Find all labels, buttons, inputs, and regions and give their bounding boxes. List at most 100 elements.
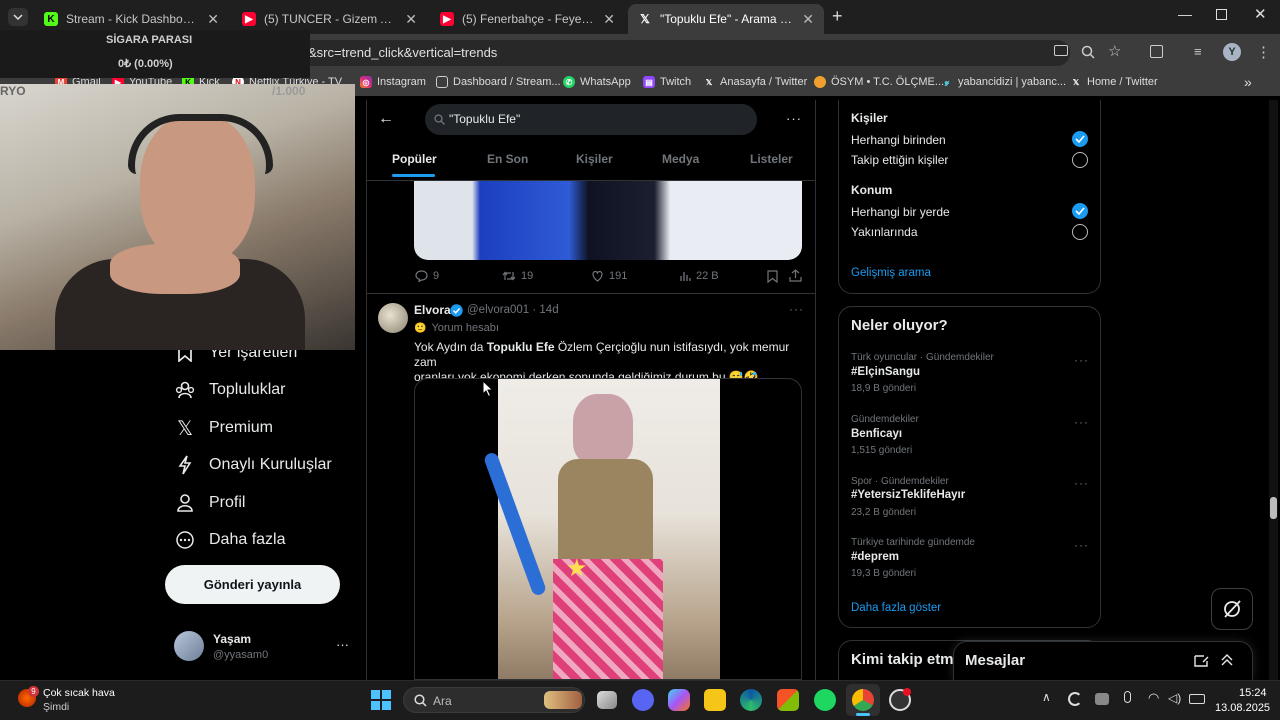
nav-more[interactable]: Daha fazla — [175, 530, 286, 550]
nav-communities[interactable]: Topluluklar — [175, 380, 285, 400]
trend-more-icon[interactable]: ··· — [1074, 538, 1089, 552]
volume-icon[interactable]: ◁) — [1168, 691, 1181, 705]
reply-action[interactable]: 9 — [415, 270, 439, 282]
media-controls-icon[interactable]: ≡ — [1194, 44, 1202, 59]
wifi-icon[interactable]: ◠ — [1148, 690, 1159, 706]
profile-avatar[interactable]: Y — [1223, 43, 1241, 61]
clock-date[interactable]: 13.08.2025 — [1215, 702, 1270, 714]
radio-following[interactable] — [1072, 152, 1088, 168]
trend-item[interactable]: #deprem — [851, 551, 899, 563]
bookmark-yabancidizi[interactable]: 𝓎 yabancidizi | yabanc... — [941, 76, 1066, 88]
tab-search-button[interactable] — [8, 8, 28, 26]
install-app-icon[interactable] — [1054, 45, 1068, 56]
retweet-action[interactable]: 19 — [502, 270, 533, 282]
bookmark-home-twitter[interactable]: 𝕏 Home / Twitter — [1070, 76, 1158, 88]
nav-profile[interactable]: Profil — [175, 493, 245, 513]
windows-start-icon[interactable] — [371, 690, 391, 710]
tab-popular[interactable]: Popüler — [392, 152, 437, 166]
close-icon[interactable]: ✕ — [802, 11, 814, 28]
tray-mic-icon[interactable] — [1124, 691, 1131, 703]
task-view-icon[interactable] — [597, 691, 617, 709]
trend-item[interactable]: #YetersizTeklifeHayır — [851, 489, 965, 501]
extensions-icon[interactable] — [1150, 45, 1163, 58]
expand-up-icon[interactable] — [1220, 653, 1234, 667]
store-icon[interactable] — [777, 689, 799, 711]
tweet-handle[interactable]: @elvora001 · 14d — [467, 304, 559, 316]
trend-more-icon[interactable]: ··· — [1074, 476, 1089, 490]
close-icon[interactable]: ✕ — [603, 11, 615, 28]
bookmark-instagram[interactable]: ◎ Instagram — [360, 76, 426, 88]
account-switcher[interactable]: Yaşam @yyasam0 ··· — [170, 628, 355, 668]
zoom-icon[interactable] — [1081, 45, 1095, 59]
page-scrollbar[interactable] — [1269, 100, 1278, 680]
edge-icon[interactable] — [740, 689, 762, 711]
bookmark-whatsapp[interactable]: ✆ WhatsApp — [563, 76, 631, 88]
address-bar[interactable]: &src=trend_click&vertical=trends — [300, 40, 1070, 66]
tab-people[interactable]: Kişiler — [576, 152, 613, 166]
close-window-button[interactable]: ✕ — [1254, 5, 1267, 23]
tray-overflow-icon[interactable]: ∧ — [1042, 690, 1051, 704]
nav-premium[interactable]: 𝕏 Premium — [175, 418, 273, 440]
tray-security-icon[interactable] — [1095, 693, 1109, 705]
trend-more-icon[interactable]: ··· — [1074, 353, 1089, 367]
advanced-search-link[interactable]: Gelişmiş arama — [851, 267, 931, 279]
messages-drawer[interactable]: Mesajlar — [953, 641, 1253, 680]
bookmark-star-icon[interactable]: ☆ — [1108, 42, 1121, 60]
bookmark-dashboard[interactable]: Dashboard / Stream... — [436, 76, 561, 88]
tab-lists[interactable]: Listeler — [750, 152, 793, 166]
new-message-icon[interactable] — [1194, 654, 1209, 668]
radio-anyone[interactable] — [1072, 131, 1088, 147]
bookmark-icon[interactable] — [767, 270, 778, 283]
scrollbar-thumb[interactable] — [1270, 497, 1277, 519]
tab-media[interactable]: Medya — [662, 152, 699, 166]
show-more-link[interactable]: Daha fazla göster — [851, 602, 941, 614]
share-icon[interactable] — [789, 269, 802, 282]
prev-tweet-media[interactable] — [414, 181, 802, 260]
radio-anywhere[interactable] — [1072, 203, 1088, 219]
tab-x-search[interactable]: 𝕏 "Topuklu Efe" - Arama / X ✕ — [628, 4, 824, 34]
tweet-author-name[interactable]: Elvora — [414, 303, 451, 317]
discord-icon[interactable] — [632, 689, 654, 711]
bookmark-twitch[interactable]: ▤ Twitch — [643, 76, 691, 88]
battery-icon[interactable] — [1189, 694, 1205, 704]
back-arrow-icon[interactable]: ← — [378, 110, 394, 128]
file-explorer-icon[interactable] — [704, 689, 726, 711]
new-tab-button[interactable]: + — [832, 6, 843, 27]
chrome-menu-icon[interactable]: ⋮ — [1256, 43, 1271, 61]
post-button[interactable]: Gönderi yayınla — [165, 565, 340, 604]
filter-anywhere[interactable]: Herhangi bir yerde — [851, 205, 950, 219]
tweet-avatar[interactable] — [378, 303, 408, 333]
search-options-icon[interactable]: ··· — [786, 111, 802, 126]
like-action[interactable]: 191 — [591, 270, 627, 282]
taskbar-search-input[interactable]: Ara — [403, 687, 585, 713]
bookmark-anasayfa-twitter[interactable]: 𝕏 Anasayfa / Twitter — [703, 76, 807, 88]
tweet-video[interactable]: ★ — [414, 378, 802, 680]
tweet-more-icon[interactable]: ··· — [789, 302, 804, 316]
chrome-icon[interactable] — [852, 689, 874, 711]
trend-more-icon[interactable]: ··· — [1074, 415, 1089, 429]
close-icon[interactable]: ✕ — [405, 11, 417, 28]
spotify-icon[interactable] — [814, 689, 836, 711]
close-icon[interactable]: ✕ — [207, 11, 219, 28]
bookmark-osym[interactable]: ÖSYM • T.C. ÖLÇME... — [814, 76, 944, 88]
tab-youtube-fenerbahce[interactable]: ▶ (5) Fenerbahçe - Feyenoord (5- ✕ — [430, 4, 625, 34]
radio-nearby[interactable] — [1072, 224, 1088, 240]
filter-following[interactable]: Takip ettiğin kişiler — [851, 153, 948, 167]
minimize-button[interactable]: — — [1178, 6, 1192, 22]
nav-verified-orgs[interactable]: Onaylı Kuruluşlar — [175, 455, 332, 475]
search-input[interactable]: "Topuklu Efe" — [425, 104, 757, 135]
tray-sync-icon[interactable] — [1068, 692, 1082, 706]
maximize-button[interactable] — [1216, 9, 1227, 20]
trend-item[interactable]: #ElçinSangu — [851, 366, 920, 378]
weather-widget[interactable]: 9 Çok sıcak hava Şimdi — [18, 686, 168, 716]
filter-anyone[interactable]: Herhangi birinden — [851, 133, 946, 147]
copilot-icon[interactable] — [668, 689, 690, 711]
tab-latest[interactable]: En Son — [487, 152, 528, 166]
views-action[interactable]: 22 B — [679, 270, 719, 282]
clock-time[interactable]: 15:24 — [1239, 687, 1267, 699]
grok-button[interactable] — [1211, 588, 1253, 630]
trend-item[interactable]: Benficayı — [851, 428, 902, 440]
bookmarks-overflow-icon[interactable]: » — [1244, 74, 1252, 90]
filter-nearby[interactable]: Yakınlarında — [851, 225, 918, 239]
account-more-icon[interactable]: ··· — [336, 637, 349, 652]
